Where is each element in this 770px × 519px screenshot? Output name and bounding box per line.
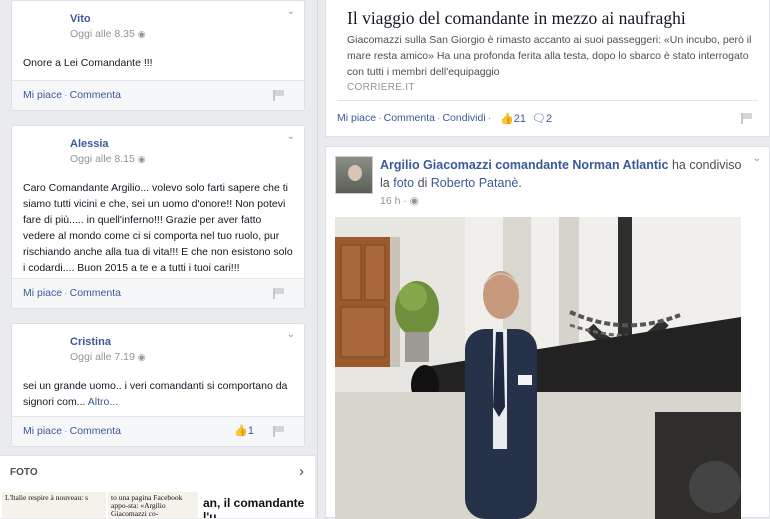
comment-timestamp[interactable]: Oggi alle 8.35 ◉ bbox=[70, 28, 146, 40]
comment-actions: Mi piace · Commenta bbox=[12, 278, 304, 308]
post-header: Argilio Giacomazzi comandante Norman Atl… bbox=[380, 156, 750, 192]
comment-text: sei un grande uomo.. i veri comandanti s… bbox=[23, 378, 294, 410]
comment-timestamp[interactable]: Oggi alle 8.15 ◉ bbox=[70, 153, 146, 165]
photo-illustration bbox=[335, 217, 741, 519]
comment-card: ⌄ Vito Oggi alle 8.35 ◉ Onore a Lei Coman… bbox=[11, 0, 305, 111]
link-headline[interactable]: Il viaggio del comandante in mezzo ai na… bbox=[347, 8, 686, 29]
chevron-down-icon[interactable]: ⌄ bbox=[287, 329, 295, 340]
flag-icon[interactable] bbox=[273, 426, 285, 437]
comment-author[interactable]: Vito bbox=[70, 13, 91, 25]
comments-count: 2 bbox=[545, 113, 553, 125]
comment-card: ⌄ Alessia Oggi alle 8.15 ◉ Caro Comandant… bbox=[11, 125, 305, 309]
comment-link[interactable]: Commenta bbox=[384, 112, 435, 124]
flag-icon[interactable] bbox=[273, 288, 285, 299]
photo-link[interactable]: foto bbox=[393, 176, 414, 190]
like-count[interactable]: 👍1 bbox=[234, 424, 254, 437]
chevron-down-icon[interactable]: ⌄ bbox=[753, 153, 761, 164]
photo-thumbnail[interactable]: to una pagina Facebook appo-sta: «Argili… bbox=[108, 492, 198, 518]
comment-link[interactable]: Commenta bbox=[70, 287, 121, 299]
chevron-right-icon[interactable]: › bbox=[299, 463, 304, 480]
comment-bubble-icon: 🗨 bbox=[532, 113, 546, 125]
photo-owner-link[interactable]: Roberto Patanè. bbox=[431, 176, 522, 190]
comment-actions: Mi piace · Commenta bbox=[12, 80, 304, 110]
like-link[interactable]: Mi piace bbox=[23, 287, 62, 299]
globe-icon: ◉ bbox=[137, 154, 146, 164]
comment-text: Onore a Lei Comandante !!! bbox=[23, 57, 153, 69]
flag-icon[interactable] bbox=[273, 90, 285, 101]
comment-author[interactable]: Cristina bbox=[70, 336, 111, 348]
globe-icon: ◉ bbox=[137, 352, 146, 362]
shared-link-card: Il viaggio del comandante in mezzo ai na… bbox=[325, 0, 770, 137]
reaction-counts[interactable]: 👍21 🗨2 bbox=[500, 112, 552, 125]
flag-icon[interactable] bbox=[741, 113, 753, 124]
news-feed-column: Il viaggio del comandante in mezzo ai na… bbox=[325, 0, 770, 519]
comment-actions: Mi piace · Commenta 👍1 bbox=[12, 416, 304, 446]
likes-count: 21 bbox=[513, 113, 526, 125]
photo-thumbnail-strip: L'Italie respire à nouveau: s to una pag… bbox=[0, 490, 315, 518]
like-link[interactable]: Mi piace bbox=[337, 112, 376, 124]
photo-thumbnail[interactable]: L'Italie respire à nouveau: s bbox=[2, 492, 106, 518]
photo-thumbnail[interactable]: an, il comandante l'u bbox=[200, 492, 315, 518]
globe-icon: ◉ bbox=[137, 29, 146, 39]
comment-text-visible: sei un grande uomo.. i veri comandanti s… bbox=[23, 380, 288, 408]
timestamp-text[interactable]: Oggi alle 8.35 bbox=[70, 28, 135, 40]
comment-text: Caro Comandante Argilio... volevo solo f… bbox=[23, 182, 293, 274]
thumbs-up-icon: 👍 bbox=[500, 113, 514, 125]
more-link[interactable]: Altro... bbox=[88, 396, 118, 408]
avatar[interactable] bbox=[335, 156, 373, 194]
share-link[interactable]: Condividi bbox=[442, 112, 485, 124]
post-of-text: di bbox=[417, 176, 428, 190]
post-photo[interactable] bbox=[335, 217, 741, 519]
comment-link[interactable]: Commenta bbox=[70, 425, 121, 437]
like-count-value: 1 bbox=[247, 425, 254, 437]
comments-column: ⌄ Vito Oggi alle 8.35 ◉ Onore a Lei Coman… bbox=[0, 0, 315, 518]
photo-post-card: Argilio Giacomazzi comandante Norman Atl… bbox=[325, 146, 770, 519]
post-author[interactable]: Argilio Giacomazzi comandante Norman Atl… bbox=[380, 158, 668, 172]
thumbnail-text: L'Italie respire à nouveau: s bbox=[5, 493, 88, 502]
globe-icon: ◉ bbox=[409, 195, 419, 207]
comment-link[interactable]: Commenta bbox=[70, 89, 121, 101]
timestamp-text[interactable]: Oggi alle 8.15 bbox=[70, 153, 135, 165]
timestamp-text[interactable]: Oggi alle 7.19 bbox=[70, 351, 135, 363]
thumbnail-text: an, il comandante l'u bbox=[203, 496, 305, 518]
thumbs-up-icon: 👍 bbox=[234, 425, 248, 437]
comment-author[interactable]: Alessia bbox=[70, 138, 109, 150]
post-timestamp[interactable]: 16 h · ◉ bbox=[380, 195, 419, 207]
timestamp-text[interactable]: 16 h bbox=[380, 195, 400, 207]
link-description[interactable]: Giacomazzi sulla San Giorgio è rimasto a… bbox=[347, 32, 757, 80]
like-link[interactable]: Mi piace bbox=[23, 89, 62, 101]
like-link[interactable]: Mi piace bbox=[23, 425, 62, 437]
link-source[interactable]: CORRIERE.IT bbox=[347, 82, 415, 93]
comment-card: ⌄ Cristina Oggi alle 7.19 ◉ sei un grande… bbox=[11, 323, 305, 447]
chevron-down-icon[interactable]: ⌄ bbox=[287, 6, 295, 17]
photos-section-header[interactable]: FOTO › bbox=[0, 455, 315, 490]
column-divider bbox=[317, 0, 318, 518]
comment-timestamp[interactable]: Oggi alle 7.19 ◉ bbox=[70, 351, 146, 363]
thumbnail-text: to una pagina Facebook appo-sta: «Argili… bbox=[111, 493, 183, 518]
divider bbox=[337, 100, 758, 101]
photos-section-label: FOTO bbox=[10, 467, 38, 478]
post-actions: Mi piace · Commenta · Condividi · bbox=[337, 112, 492, 124]
chevron-down-icon[interactable]: ⌄ bbox=[287, 131, 295, 142]
